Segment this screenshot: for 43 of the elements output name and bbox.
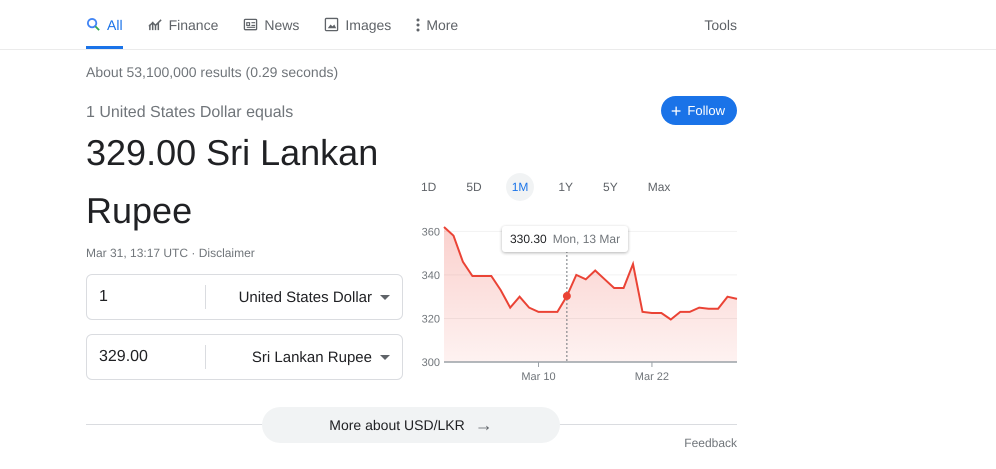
tooltip-date: Mon, 13 Mar [552,232,620,246]
axis-label: 300 [422,357,440,369]
axis-label: 360 [422,226,440,238]
range-tab[interactable]: 1Y [552,173,580,201]
search-icon [86,17,101,32]
search-tab[interactable]: All [86,0,123,49]
axis-label: 320 [422,313,440,326]
image-icon [324,17,340,32]
hover-point [562,292,571,300]
dropdown-caret-icon [380,294,390,300]
news-icon [243,17,258,32]
conversion-lead: 1 United States Dollar equals [86,104,294,122]
timestamp: Mar 31, 13:17 UTC [86,246,188,260]
range-tab[interactable]: 1M [506,173,534,201]
tools-menu[interactable]: Tools [704,0,737,49]
feedback-link[interactable]: Feedback [684,436,737,450]
amount-input[interactable]: 1 [87,285,206,309]
follow-button[interactable]: + Follow [660,96,737,125]
search-tab[interactable]: More [416,0,458,49]
disclaimer-link[interactable]: Disclaimer [198,246,255,260]
more-icon [416,18,420,32]
axis-label: Mar 22 [634,371,670,383]
axis-label: Mar 10 [521,371,556,383]
range-tab[interactable]: Max [642,173,676,201]
currency-select[interactable]: Sri Lankan Rupee [206,348,402,366]
tooltip-value: 330.30 [510,232,547,246]
range-tab[interactable]: 5Y [597,173,624,201]
axis-label: 340 [422,270,440,282]
range-tab[interactable]: 5D [460,173,488,201]
range-tab[interactable]: 1D [415,173,442,201]
chart-icon [148,17,163,32]
more-about-button[interactable]: More about USD/LKR → [262,407,560,443]
separator: · [191,246,196,260]
result-stats: About 53,100,000 results (0.29 seconds) [86,64,340,80]
search-tab[interactable]: News [243,0,300,49]
amount-input[interactable]: 329.00 [87,345,206,369]
search-tab[interactable]: Images [324,0,392,49]
currency-select[interactable]: United States Dollar [206,288,402,306]
conversion-result: 329.00 Sri Lankan Rupee [86,131,380,233]
dropdown-caret-icon [380,354,390,360]
currency-field[interactable]: 1 United States Dollar [86,274,403,320]
currency-field[interactable]: 329.00 Sri Lankan Rupee [86,334,403,380]
search-tab[interactable]: Finance [148,0,218,49]
